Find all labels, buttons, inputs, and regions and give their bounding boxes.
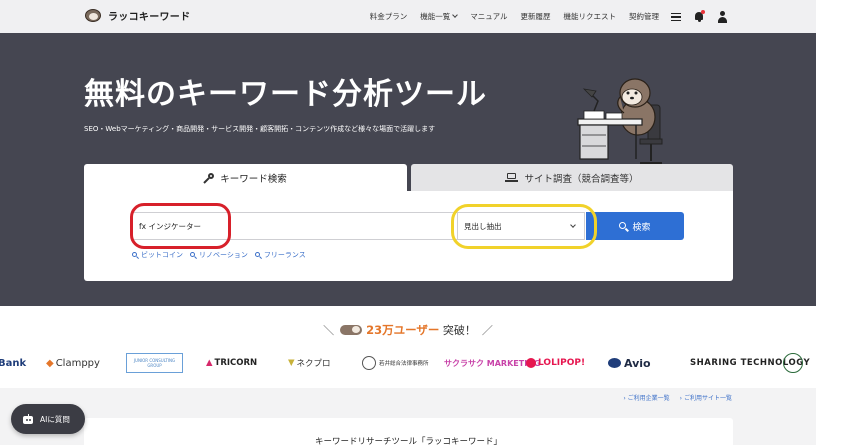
search-button[interactable]: 検索: [586, 212, 684, 240]
suggest-link[interactable]: フリーランス: [254, 250, 306, 260]
nav-feature-request[interactable]: 機能リクエスト: [564, 11, 617, 22]
nav-features-label: 機能一覧: [420, 12, 451, 21]
suggest-link[interactable]: リノベーション: [190, 250, 248, 260]
tab-site-research[interactable]: サイト調査（競合調査等）: [411, 164, 733, 191]
suggested-keywords: ビットコイン リノベーション フリーランス: [132, 250, 313, 260]
chevron-down-icon: [570, 222, 576, 228]
tab-keyword-search[interactable]: キーワード検索: [84, 164, 407, 191]
user-count: 23万ユーザー: [366, 323, 440, 337]
otter-logo-icon: [84, 7, 104, 24]
notification-bell-icon[interactable]: [693, 9, 705, 23]
site-frame: ラッコキーワード 料金プラン 機能一覧 マニュアル 更新履歴 機能リクエスト 契…: [0, 0, 816, 445]
suggest-label: ビットコイン: [141, 251, 183, 259]
usage-links: › ご利用企業一覧 › ご利用サイト一覧: [613, 393, 732, 402]
customer-logo: ◆ Clamppy: [46, 357, 100, 369]
notification-dot: [701, 9, 705, 14]
search-button-label: 検索: [632, 222, 651, 233]
site-logo[interactable]: ラッコキーワード: [84, 7, 190, 24]
robot-icon: [22, 413, 34, 425]
search-icon: [254, 251, 262, 259]
user-count-suffix: 突破！: [442, 324, 476, 337]
otter-at-desk-illustration: [577, 78, 663, 164]
customer-logo: LOLIPOP!: [526, 350, 585, 376]
nav-features[interactable]: 機能一覧: [420, 11, 459, 22]
users-milestone: ＼ 23万ユーザー 突破！ ／: [0, 322, 816, 338]
customer-logo: ▼ ネクプロ: [288, 358, 331, 369]
hamburger-menu-icon[interactable]: [670, 11, 682, 23]
nav-contract[interactable]: 契約管理: [629, 11, 659, 22]
users-section: ＼ 23万ユーザー 突破！ ／ Bank ◆ Clamppy JUNIOR CONSU…: [0, 306, 816, 388]
nav-changelog[interactable]: 更新履歴: [521, 11, 551, 22]
decorative-slash: ／: [481, 324, 493, 337]
search-panel: 見出し抽出 検索: [84, 191, 733, 281]
customer-logo: JUNIOR CONSULTING GROUP: [126, 353, 183, 373]
logo-text: ラッコキーワード: [108, 12, 191, 23]
intro-card: キーワードリサーチツール「ラッコキーワード」: [84, 418, 733, 445]
suggest-link[interactable]: ビットコイン: [132, 250, 183, 260]
search-mode-value: 見出し抽出: [464, 221, 502, 231]
hero-subtitle: SEO・Webマーケティング・商品開発・サービス開発・顧客開拓・コンテンツ作成な…: [84, 125, 436, 133]
suggest-label: フリーランス: [263, 251, 306, 259]
customer-logo: Avio: [608, 350, 651, 376]
keyword-search-input[interactable]: [132, 212, 457, 240]
nav-manual[interactable]: マニュアル: [470, 11, 507, 22]
search-mode-select[interactable]: 見出し抽出: [457, 212, 585, 240]
chevron-down-icon: [452, 12, 459, 18]
hero-title: 無料のキーワード分析ツール: [84, 77, 487, 112]
companies-list-link[interactable]: › ご利用企業一覧: [623, 393, 669, 402]
lower-section: › ご利用企業一覧 › ご利用サイト一覧 キーワードリサーチツール「ラッコキーワ…: [0, 388, 816, 445]
ai-chat-label: AIに質問: [40, 414, 70, 424]
tab-site-research-label: サイト調査（競合調査等）: [524, 173, 639, 185]
customer-logos: Bank ◆ Clamppy JUNIOR CONSULTING GROUP ▲ T…: [0, 350, 816, 376]
sites-list-link[interactable]: › ご利用サイト一覧: [680, 393, 732, 402]
search-icon: [619, 221, 629, 232]
ai-chat-button[interactable]: AIに質問: [11, 404, 85, 434]
main-nav: 料金プラン 機能一覧 マニュアル 更新履歴 機能リクエスト 契約管理: [357, 0, 728, 33]
intro-title: キーワードリサーチツール「ラッコキーワード」: [314, 437, 502, 445]
otter-mini-icon: [340, 323, 363, 335]
customer-logo: 若井総合法律事務所: [362, 350, 429, 376]
tab-keyword-search-label: キーワード検索: [220, 173, 287, 185]
key-icon: [203, 172, 215, 184]
user-account-icon[interactable]: [716, 10, 728, 23]
decorative-slash: ＼: [323, 324, 335, 337]
customer-logo: ▲ TRICORN: [206, 358, 258, 368]
nav-pricing[interactable]: 料金プラン: [370, 11, 408, 22]
customer-logo-emblem: [782, 350, 804, 376]
search-icon: [190, 251, 197, 259]
customer-logo: Bank: [0, 357, 27, 369]
suggest-label: リノベーション: [199, 251, 248, 259]
hero-section: 無料のキーワード分析ツール SEO・Webマーケティング・商品開発・サービス開発…: [0, 33, 816, 306]
top-header: ラッコキーワード 料金プラン 機能一覧 マニュアル 更新履歴 機能リクエスト 契…: [0, 0, 816, 33]
laptop-icon: [505, 173, 519, 182]
search-icon: [132, 251, 139, 259]
